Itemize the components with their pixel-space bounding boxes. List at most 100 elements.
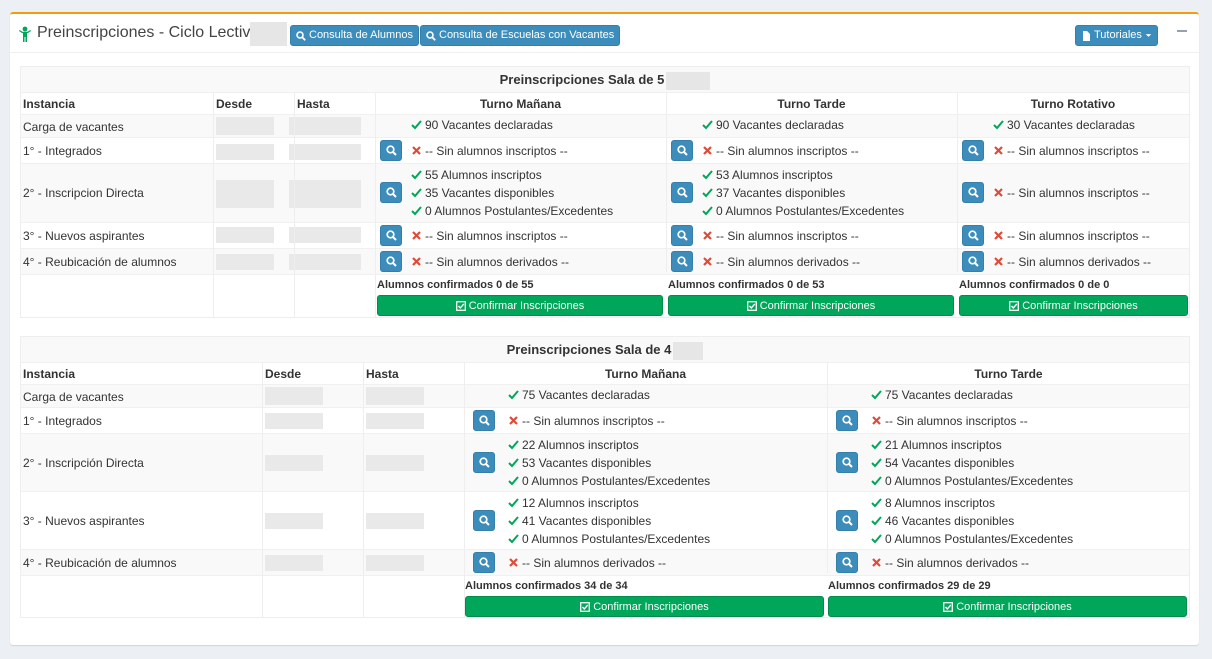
table-row: 3° - Nuevos aspirantes -- Sin alumnos in…	[21, 222, 1189, 248]
check-icon	[508, 516, 519, 526]
search-icon	[841, 557, 853, 568]
cross-icon	[872, 416, 881, 425]
vacantes-declaradas: 90 Vacantes declaradas	[425, 118, 553, 132]
search-nuevos-tarde-button[interactable]	[671, 225, 693, 246]
confirm-row: Alumnos confirmados 0 de 55 Alumnos conf…	[21, 274, 1189, 318]
alumnos-postulantes: 0 Alumnos Postulantes/Excedentes	[425, 204, 614, 218]
col-instancia: Instancia	[23, 367, 76, 381]
confirmados-tarde: Alumnos confirmados 0 de 53	[668, 279, 825, 291]
check-icon	[871, 516, 882, 526]
search-reubicacion-rotativo-button[interactable]	[962, 251, 984, 272]
search-directa-rotativo-button[interactable]	[962, 182, 984, 203]
cross-icon	[509, 416, 518, 425]
alumnos-inscriptos: 21 Alumnos inscriptos	[885, 438, 1002, 452]
col-turno-rotativo: Turno Rotativo	[1030, 97, 1116, 111]
check-icon	[411, 206, 422, 216]
table-row: 1° - Integrados -- Sin alumnos inscripto…	[21, 137, 1189, 163]
search-directa-manana-button[interactable]	[473, 452, 495, 473]
confirmados-tarde: Alumnos confirmados 29 de 29	[828, 580, 991, 592]
consulta-alumnos-button[interactable]: Consulta de Alumnos	[290, 25, 419, 46]
consulta-escuelas-label: Consulta de Escuelas con Vacantes	[439, 29, 615, 41]
search-integrados-rotativo-button[interactable]	[962, 140, 984, 161]
search-directa-tarde-button[interactable]	[836, 452, 858, 473]
alumnos-inscriptos: 53 Alumnos inscriptos	[716, 168, 833, 182]
search-icon	[967, 256, 979, 267]
confirmar-rotativo-button[interactable]: Confirmar Inscripciones	[959, 295, 1188, 316]
search-icon	[478, 415, 490, 426]
check-icon	[508, 390, 519, 400]
check-icon	[871, 476, 882, 486]
redacted-date	[289, 254, 361, 270]
search-integrados-tarde-button[interactable]	[836, 410, 858, 431]
search-nuevos-manana-button[interactable]	[380, 225, 402, 246]
row-label: Carga de vacantes	[23, 120, 124, 134]
redacted-date	[289, 180, 361, 208]
check-icon	[411, 170, 422, 180]
vacantes-disponibles: 41 Vacantes disponibles	[522, 514, 652, 528]
sala5-title: Preinscripciones Sala de 5	[21, 67, 1189, 93]
search-icon	[426, 30, 436, 41]
check-icon	[871, 458, 882, 468]
cross-icon	[412, 257, 421, 266]
redacted-date	[216, 227, 274, 243]
search-icon	[841, 415, 853, 426]
check-icon	[993, 120, 1004, 130]
alumnos-postulantes: 0 Alumnos Postulantes/Excedentes	[716, 204, 905, 218]
search-icon	[478, 557, 490, 568]
redacted-date	[216, 117, 274, 135]
search-directa-manana-button[interactable]	[380, 182, 402, 203]
search-icon	[676, 256, 688, 267]
redacted-date	[216, 254, 274, 270]
redacted-date	[265, 455, 323, 471]
confirmar-tarde-button[interactable]: Confirmar Inscripciones	[668, 295, 954, 316]
search-reubicacion-manana-button[interactable]	[473, 552, 495, 573]
box-header: Preinscripciones - Ciclo Lectivo Consult…	[10, 14, 1199, 53]
sala4-title: Preinscripciones Sala de 4	[21, 337, 1189, 363]
minimize-button[interactable]	[1177, 30, 1187, 32]
search-nuevos-rotativo-button[interactable]	[962, 225, 984, 246]
confirmar-manana-button[interactable]: Confirmar Inscripciones	[377, 295, 663, 316]
row-label: 4° - Reubicación de alumnos	[23, 255, 177, 269]
col-desde: Desde	[216, 97, 253, 111]
sin-inscriptos: -- Sin alumnos inscriptos --	[1007, 229, 1150, 243]
redacted-date	[366, 555, 424, 571]
confirmar-tarde-button[interactable]: Confirmar Inscripciones	[828, 596, 1187, 617]
search-directa-tarde-button[interactable]	[671, 182, 693, 203]
vacantes-declaradas: 75 Vacantes declaradas	[885, 388, 1013, 402]
table-row: 4° - Reubicación de alumnos -- Sin alumn…	[21, 549, 1189, 575]
search-nuevos-manana-button[interactable]	[473, 510, 495, 531]
search-reubicacion-tarde-button[interactable]	[671, 251, 693, 272]
search-reubicacion-tarde-button[interactable]	[836, 552, 858, 573]
search-icon	[385, 256, 397, 267]
table-row: 2° - Inscripción Directa 22 Alumnos insc…	[21, 433, 1189, 491]
search-icon	[841, 457, 853, 468]
tutoriales-button[interactable]: Tutoriales	[1075, 25, 1158, 46]
consulta-escuelas-button[interactable]: Consulta de Escuelas con Vacantes	[420, 25, 621, 46]
vacantes-declaradas: 30 Vacantes declaradas	[1007, 118, 1135, 132]
redacted-date	[366, 387, 424, 405]
alumnos-inscriptos: 55 Alumnos inscriptos	[425, 168, 542, 182]
check-icon	[508, 476, 519, 486]
redacted-date	[289, 117, 361, 135]
check-square-icon	[580, 601, 591, 612]
cross-icon	[412, 231, 421, 240]
confirmar-manana-button[interactable]: Confirmar Inscripciones	[465, 596, 824, 617]
check-square-icon	[943, 601, 954, 612]
alumnos-inscriptos: 22 Alumnos inscriptos	[522, 438, 639, 452]
search-integrados-tarde-button[interactable]	[671, 140, 693, 161]
cross-icon	[703, 146, 712, 155]
check-icon	[702, 170, 713, 180]
sala4-section: Preinscripciones Sala de 4 Instancia Des…	[20, 336, 1190, 618]
search-icon	[676, 230, 688, 241]
alumnos-postulantes: 0 Alumnos Postulantes/Excedentes	[522, 474, 711, 488]
row-label: 3° - Nuevos aspirantes	[23, 229, 145, 243]
redacted-year	[250, 22, 287, 46]
caret-down-icon	[1145, 34, 1152, 37]
search-reubicacion-manana-button[interactable]	[380, 251, 402, 272]
search-integrados-manana-button[interactable]	[473, 410, 495, 431]
search-nuevos-tarde-button[interactable]	[836, 510, 858, 531]
cross-icon	[994, 188, 1003, 197]
confirm-row: Alumnos confirmados 34 de 34 Alumnos con…	[21, 575, 1189, 618]
search-integrados-manana-button[interactable]	[380, 140, 402, 161]
search-icon	[967, 230, 979, 241]
